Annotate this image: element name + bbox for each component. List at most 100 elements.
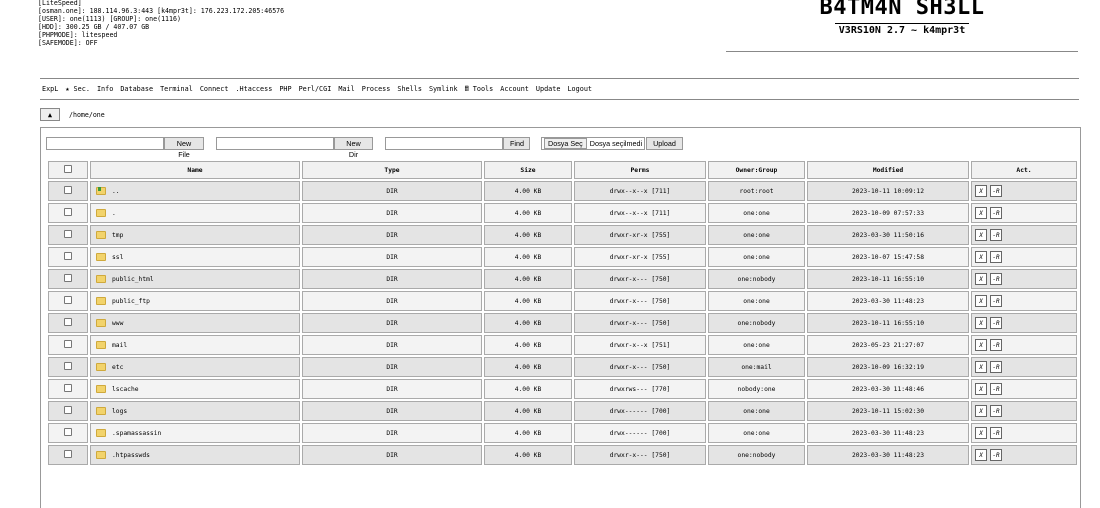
menu-item[interactable]: ★ Sec. (65, 85, 90, 93)
perms-cell[interactable]: drwxr-x--- [750] (574, 357, 706, 377)
file-name-cell[interactable]: ssl (90, 247, 300, 267)
new-file-button[interactable]: New File (164, 137, 204, 159)
row-checkbox[interactable] (48, 401, 88, 421)
delete-icon[interactable]: X (975, 295, 987, 307)
menu-item[interactable]: ExpL (42, 85, 58, 93)
rename-icon[interactable]: -R (990, 383, 1002, 395)
upload-button[interactable]: Upload (646, 137, 683, 150)
perms-cell[interactable]: drwxr-x--- [750] (574, 445, 706, 465)
modified-cell[interactable]: 2023-03-30 11:48:23 (807, 423, 969, 443)
file-name[interactable]: lscache (112, 386, 139, 393)
file-name-cell[interactable]: .. (90, 181, 300, 201)
modified-cell[interactable]: 2023-10-09 07:57:33 (807, 203, 969, 223)
file-name[interactable]: public_ftp (112, 298, 150, 305)
modified-cell[interactable]: 2023-03-30 11:48:46 (807, 379, 969, 399)
file-name-cell[interactable]: etc (90, 357, 300, 377)
file-name[interactable]: www (112, 320, 123, 327)
rename-icon[interactable]: -R (990, 207, 1002, 219)
perms-cell[interactable]: drwxr-x--x [751] (574, 335, 706, 355)
rename-icon[interactable]: -R (990, 405, 1002, 417)
menu-item[interactable]: Update (536, 85, 561, 93)
modified-cell[interactable]: 2023-05-23 21:27:07 (807, 335, 969, 355)
modified-cell[interactable]: 2023-10-09 16:32:19 (807, 357, 969, 377)
row-checkbox[interactable] (48, 269, 88, 289)
rename-icon[interactable]: -R (990, 361, 1002, 373)
delete-icon[interactable]: X (975, 317, 987, 329)
new-file-input[interactable] (46, 137, 164, 150)
delete-icon[interactable]: X (975, 185, 987, 197)
file-name[interactable]: . (112, 210, 116, 217)
row-checkbox[interactable] (48, 247, 88, 267)
delete-icon[interactable]: X (975, 251, 987, 263)
rename-icon[interactable]: -R (990, 229, 1002, 241)
file-name-cell[interactable]: .spamassassin (90, 423, 300, 443)
delete-icon[interactable]: X (975, 427, 987, 439)
file-name-cell[interactable]: . (90, 203, 300, 223)
perms-cell[interactable]: drwx--x--x [711] (574, 203, 706, 223)
perms-cell[interactable]: drwx------ [700] (574, 423, 706, 443)
row-checkbox[interactable] (48, 445, 88, 465)
menu-item[interactable]: Connect (200, 85, 229, 93)
file-name[interactable]: .htpasswds (112, 452, 150, 459)
file-name[interactable]: .spamassassin (112, 430, 161, 437)
choose-file-button[interactable]: Dosya Seç (544, 138, 587, 149)
menu-item[interactable]: Account (500, 85, 529, 93)
menu-item[interactable]: Logout (567, 85, 592, 93)
menu-item[interactable]: 🖩 Tools (465, 85, 494, 93)
row-checkbox[interactable] (48, 203, 88, 223)
file-name-cell[interactable]: www (90, 313, 300, 333)
delete-icon[interactable]: X (975, 361, 987, 373)
menu-item[interactable]: Perl/CGI (299, 85, 332, 93)
file-name[interactable]: etc (112, 364, 123, 371)
file-name-cell[interactable]: tmp (90, 225, 300, 245)
menu-item[interactable]: Process (362, 85, 391, 93)
row-checkbox[interactable] (48, 335, 88, 355)
row-checkbox[interactable] (48, 313, 88, 333)
menu-item[interactable]: Info (97, 85, 113, 93)
menu-item[interactable]: PHP (279, 85, 291, 93)
modified-cell[interactable]: 2023-03-30 11:50:16 (807, 225, 969, 245)
file-name[interactable]: mail (112, 342, 127, 349)
modified-cell[interactable]: 2023-03-30 11:48:23 (807, 291, 969, 311)
perms-cell[interactable]: drwxr-x--- [750] (574, 269, 706, 289)
modified-cell[interactable]: 2023-10-11 16:55:10 (807, 269, 969, 289)
rename-icon[interactable]: -R (990, 427, 1002, 439)
delete-icon[interactable]: X (975, 339, 987, 351)
modified-cell[interactable]: 2023-10-11 10:09:12 (807, 181, 969, 201)
new-dir-button[interactable]: New Dir (334, 137, 373, 159)
current-path[interactable]: /home/one (69, 111, 105, 119)
file-name[interactable]: tmp (112, 232, 123, 239)
row-checkbox[interactable] (48, 291, 88, 311)
new-dir-input[interactable] (216, 137, 334, 150)
file-name-cell[interactable]: public_html (90, 269, 300, 289)
menu-item[interactable]: Symlink (429, 85, 458, 93)
menu-item[interactable]: .Htaccess (235, 85, 272, 93)
perms-cell[interactable]: drwxr-x--- [750] (574, 291, 706, 311)
row-checkbox[interactable] (48, 379, 88, 399)
find-button[interactable]: Find (503, 137, 530, 150)
file-name[interactable]: public_html (112, 276, 154, 283)
menu-item[interactable]: Terminal (160, 85, 193, 93)
modified-cell[interactable]: 2023-10-11 16:55:10 (807, 313, 969, 333)
row-checkbox[interactable] (48, 225, 88, 245)
menu-item[interactable]: Mail (338, 85, 354, 93)
rename-icon[interactable]: -R (990, 273, 1002, 285)
menu-item[interactable]: Database (120, 85, 153, 93)
rename-icon[interactable]: -R (990, 317, 1002, 329)
file-name-cell[interactable]: logs (90, 401, 300, 421)
file-name-cell[interactable]: mail (90, 335, 300, 355)
perms-cell[interactable]: drwxr-x--- [750] (574, 313, 706, 333)
rename-icon[interactable]: -R (990, 339, 1002, 351)
rename-icon[interactable]: -R (990, 185, 1002, 197)
file-name-cell[interactable]: .htpasswds (90, 445, 300, 465)
file-name[interactable]: logs (112, 408, 127, 415)
delete-icon[interactable]: X (975, 449, 987, 461)
up-directory-icon[interactable]: ▲ (40, 108, 60, 121)
file-name-cell[interactable]: public_ftp (90, 291, 300, 311)
file-name-cell[interactable]: lscache (90, 379, 300, 399)
modified-cell[interactable]: 2023-10-11 15:02:30 (807, 401, 969, 421)
row-checkbox[interactable] (48, 423, 88, 443)
perms-cell[interactable]: drwxr-xr-x [755] (574, 225, 706, 245)
rename-icon[interactable]: -R (990, 295, 1002, 307)
delete-icon[interactable]: X (975, 273, 987, 285)
